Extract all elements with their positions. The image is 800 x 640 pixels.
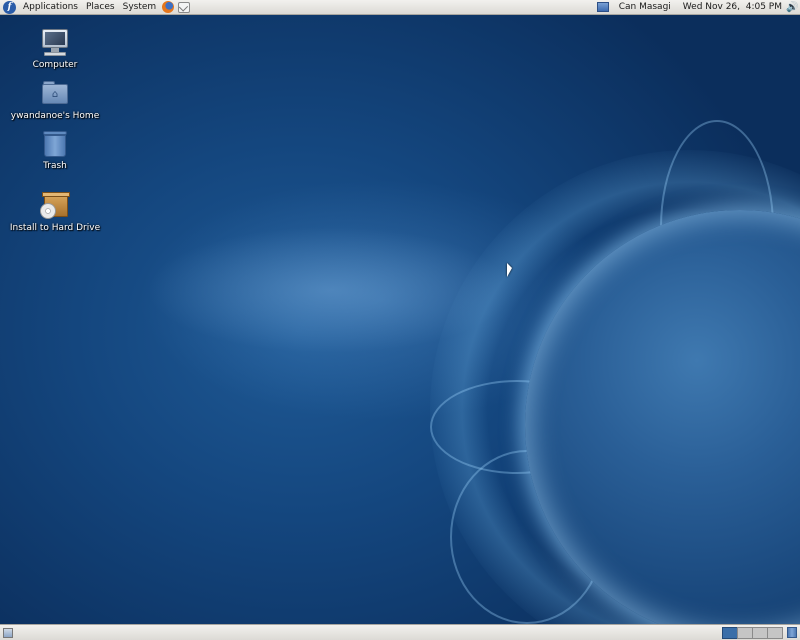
menu-applications[interactable]: Applications [19, 0, 82, 15]
menu-places[interactable]: Places [82, 0, 119, 15]
mouse-cursor-icon [507, 263, 512, 277]
workspace-2[interactable] [737, 626, 753, 639]
desktop-icon-trash[interactable]: Trash [0, 129, 110, 171]
fedora-logo-icon[interactable]: f [3, 0, 16, 14]
desktop-icon-label: Computer [32, 60, 78, 70]
top-panel: f Applications Places System Can Masagi … [0, 0, 800, 15]
network-icon[interactable] [596, 2, 609, 12]
desktop-icon-label: Install to Hard Drive [9, 223, 101, 233]
clock[interactable]: Wed Nov 26, 4:05 PM [683, 2, 782, 12]
user-switcher[interactable]: Can Masagi [619, 2, 671, 12]
trash-icon [40, 129, 70, 159]
desktop-icon-install[interactable]: Install to Hard Drive [0, 191, 110, 233]
workspace-1[interactable] [722, 626, 738, 639]
bottom-panel [0, 624, 800, 640]
mail-launcher-icon[interactable] [178, 1, 191, 13]
install-icon [40, 191, 70, 221]
desktop-icon-label: ywandanoe's Home [10, 111, 100, 121]
workspace-switcher[interactable] [722, 626, 783, 639]
trash-applet-icon[interactable] [787, 627, 797, 638]
workspace-4[interactable] [767, 626, 783, 639]
desktop-icon-computer[interactable]: Computer [0, 28, 110, 70]
desktop-icon-home[interactable]: ⌂ ywandanoe's Home [0, 79, 110, 121]
firefox-launcher-icon[interactable] [162, 1, 175, 13]
computer-icon [40, 28, 70, 58]
desktop-icon-label: Trash [43, 161, 67, 171]
home-folder-icon: ⌂ [40, 79, 70, 109]
show-desktop-icon[interactable] [3, 627, 13, 638]
volume-icon[interactable]: 🔊 [786, 2, 798, 13]
menu-system[interactable]: System [119, 0, 161, 15]
desktop-screen: f Applications Places System Can Masagi … [0, 0, 800, 640]
workspace-3[interactable] [752, 626, 768, 639]
